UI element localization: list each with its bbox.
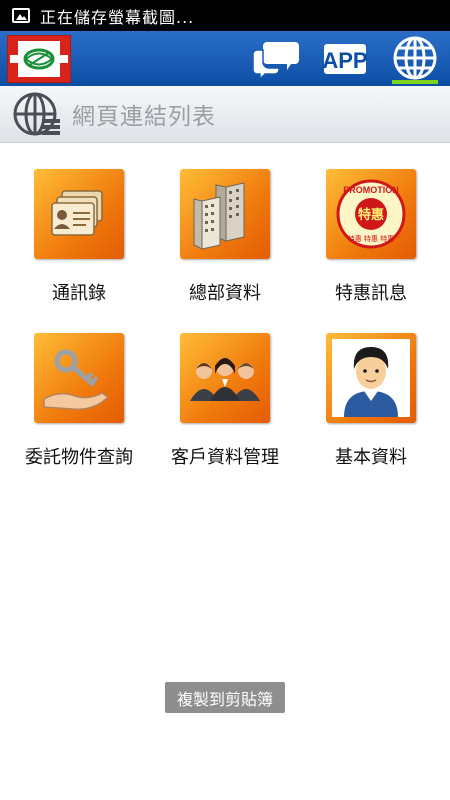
key-hand-icon	[43, 349, 110, 410]
tile-contacts[interactable]: 通訊錄	[19, 169, 139, 305]
promotions-tile-icon-box: PROMOTION 特惠 特惠 特惠 特惠	[326, 169, 416, 259]
web-button[interactable]	[388, 35, 442, 81]
chat-bubbles-icon	[253, 42, 299, 78]
app-bar: APP	[0, 31, 450, 86]
customers-group-icon	[190, 358, 260, 401]
tile-basic-info[interactable]: 基本資料	[311, 333, 431, 469]
globe-list-icon	[13, 92, 60, 136]
image-icon	[12, 8, 30, 23]
contacts-tile-icon-box	[34, 169, 124, 259]
basic-info-tile-icon-box	[326, 333, 416, 423]
section-title: 網頁連結列表	[72, 104, 216, 130]
listing-query-tile-icon-box	[34, 333, 124, 423]
tile-listing-query[interactable]: 委託物件查詢	[19, 333, 139, 469]
section-header: 網頁連結列表	[0, 86, 450, 143]
status-text: 正在儲存螢幕截圖...	[40, 7, 195, 27]
tile-label: 委託物件查詢	[25, 447, 133, 468]
tile-label: 總部資料	[189, 283, 261, 304]
promotion-badge-top: PROMOTION	[343, 185, 399, 195]
tile-label: 特惠訊息	[335, 283, 407, 304]
toast-message: 複製到剪貼簿	[165, 682, 285, 713]
promotion-badge-center: 特惠	[358, 207, 384, 223]
app-icon: APP	[322, 44, 368, 74]
tile-customer-management[interactable]: 客戶資料管理	[165, 333, 285, 469]
tile-promotions[interactable]: PROMOTION 特惠 特惠 特惠 特惠 特惠訊息	[311, 169, 431, 305]
globe-icon	[393, 36, 437, 80]
status-bar: 正在儲存螢幕截圖...	[0, 0, 450, 31]
tile-label: 基本資料	[335, 447, 407, 468]
tile-label: 通訊錄	[52, 283, 106, 304]
tile-label: 客戶資料管理	[171, 447, 279, 468]
headquarters-tile-icon-box	[180, 169, 270, 259]
contact-cards-icon	[51, 190, 103, 236]
customer-management-tile-icon-box	[180, 333, 270, 423]
company-logo[interactable]	[7, 35, 71, 83]
person-profile-icon	[332, 339, 410, 417]
chat-button[interactable]	[250, 35, 304, 81]
tile-headquarters[interactable]: 總部資料	[165, 169, 285, 305]
buildings-icon	[193, 182, 245, 250]
active-tab-indicator	[392, 80, 438, 84]
app-button[interactable]: APP	[318, 35, 372, 81]
app-label: APP	[322, 48, 367, 73]
promotion-badge-bottom: 特惠 特惠 特惠	[348, 234, 394, 243]
promotion-badge-icon: PROMOTION 特惠 特惠 特惠 特惠	[336, 179, 406, 249]
